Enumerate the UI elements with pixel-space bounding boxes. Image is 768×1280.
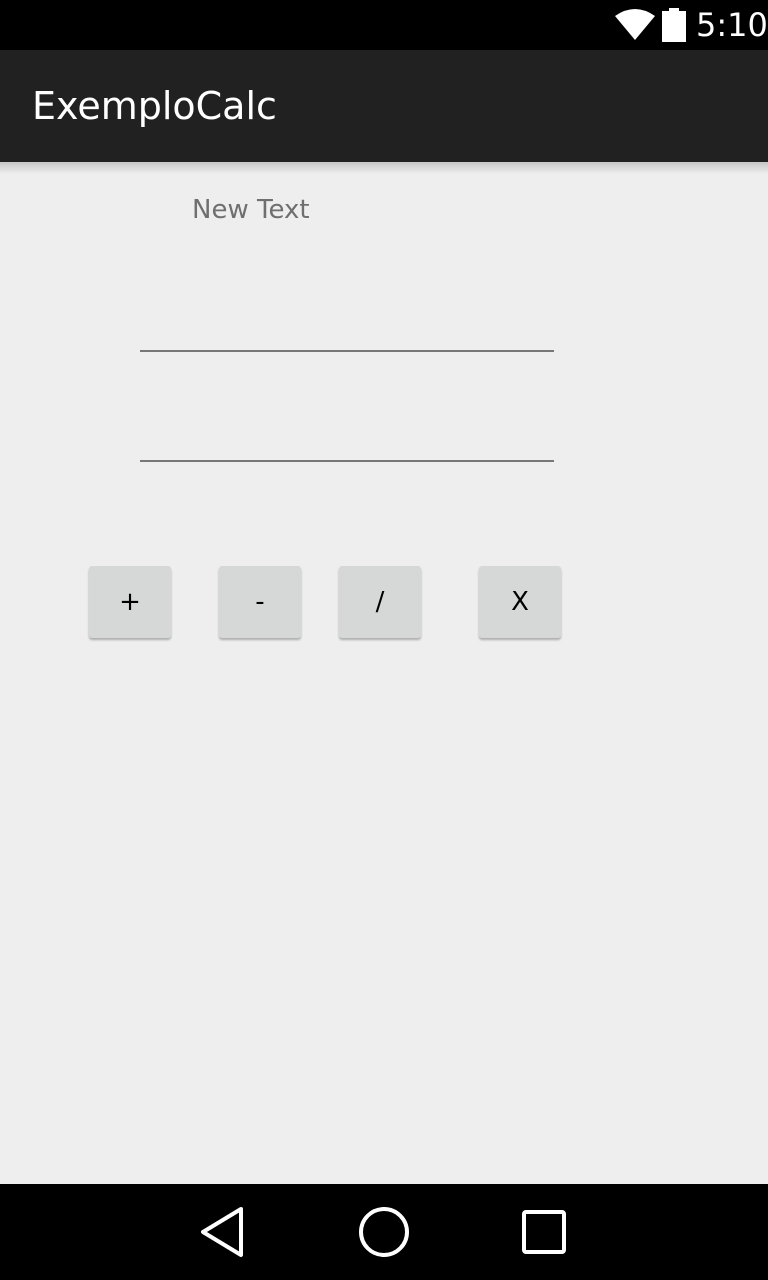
divide-button[interactable]: / [339, 566, 421, 638]
first-number-input[interactable] [140, 310, 554, 352]
multiply-button[interactable]: X [479, 566, 561, 638]
screen: 5:10 ExemploCalc New Text + - / X [0, 0, 768, 1280]
home-icon[interactable] [352, 1204, 416, 1260]
back-icon[interactable] [192, 1204, 256, 1260]
navigation-bar [0, 1184, 768, 1280]
recent-apps-icon[interactable] [512, 1204, 576, 1260]
action-bar-shadow [0, 162, 768, 174]
add-button[interactable]: + [89, 566, 171, 638]
second-number-input[interactable] [140, 420, 554, 462]
subtract-button[interactable]: - [219, 566, 301, 638]
result-label: New Text [192, 195, 310, 225]
status-time: 5:10 [696, 6, 768, 44]
app-title: ExemploCalc [32, 84, 277, 128]
status-bar: 5:10 [0, 0, 768, 50]
battery-icon [662, 8, 686, 42]
action-bar: ExemploCalc [0, 50, 768, 162]
wifi-icon [615, 9, 655, 40]
